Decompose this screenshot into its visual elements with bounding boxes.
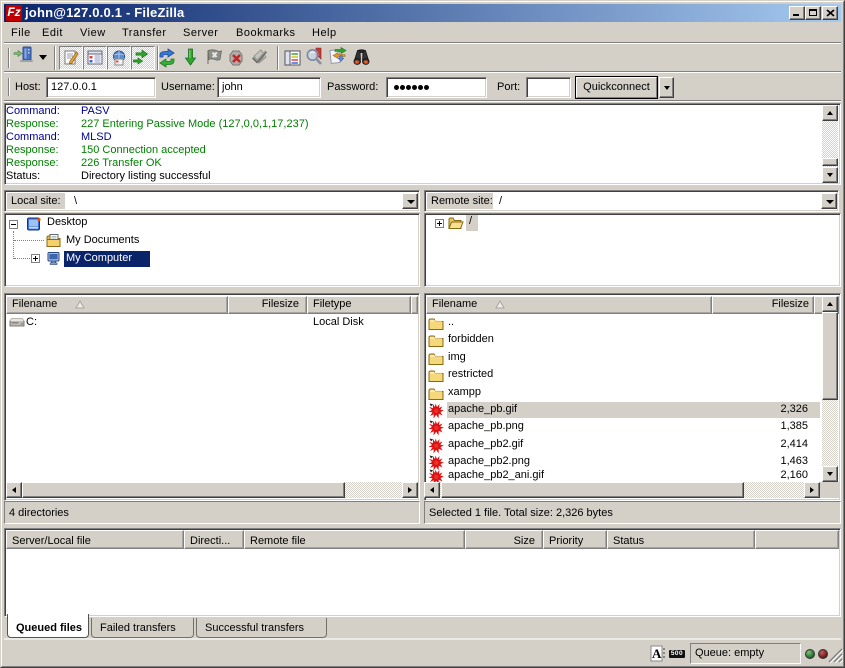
svg-text:A: A — [652, 646, 662, 661]
